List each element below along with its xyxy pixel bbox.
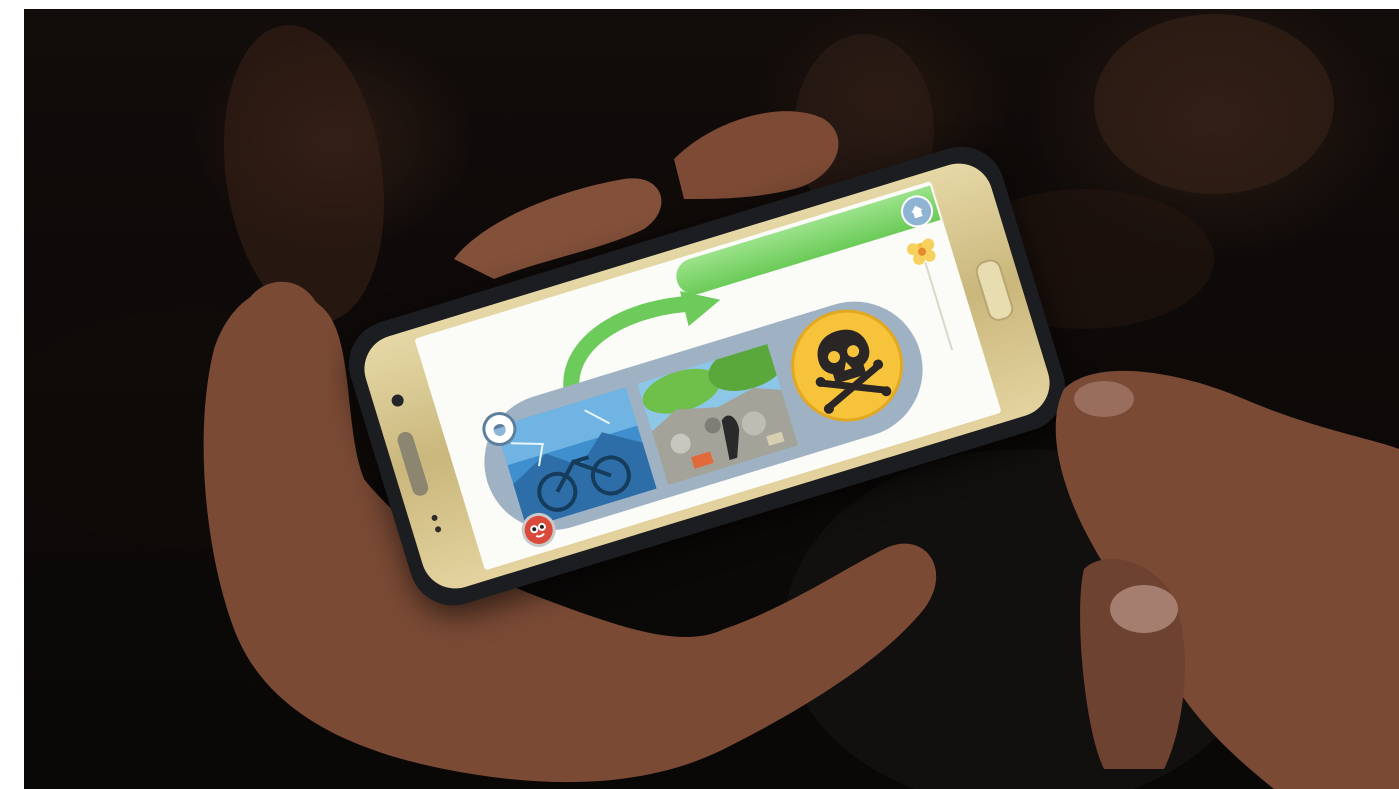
home-icon [911, 205, 923, 219]
cloth-shadow [784, 449, 1264, 789]
floor-shadow [24, 309, 394, 549]
front-camera [390, 393, 406, 409]
photo-scene [24, 9, 1399, 789]
foot-left [223, 25, 385, 323]
light-sensor [434, 525, 442, 534]
eyes-face-icon [530, 522, 546, 538]
home-button[interactable] [897, 191, 938, 232]
foot-right [1094, 14, 1334, 194]
skull-crossbones-icon [815, 329, 892, 414]
hardware-home-key[interactable] [972, 256, 1016, 324]
magnify-bubble-icon [493, 423, 506, 436]
earpiece-speaker [395, 429, 431, 498]
proximity-sensor [430, 514, 439, 522]
